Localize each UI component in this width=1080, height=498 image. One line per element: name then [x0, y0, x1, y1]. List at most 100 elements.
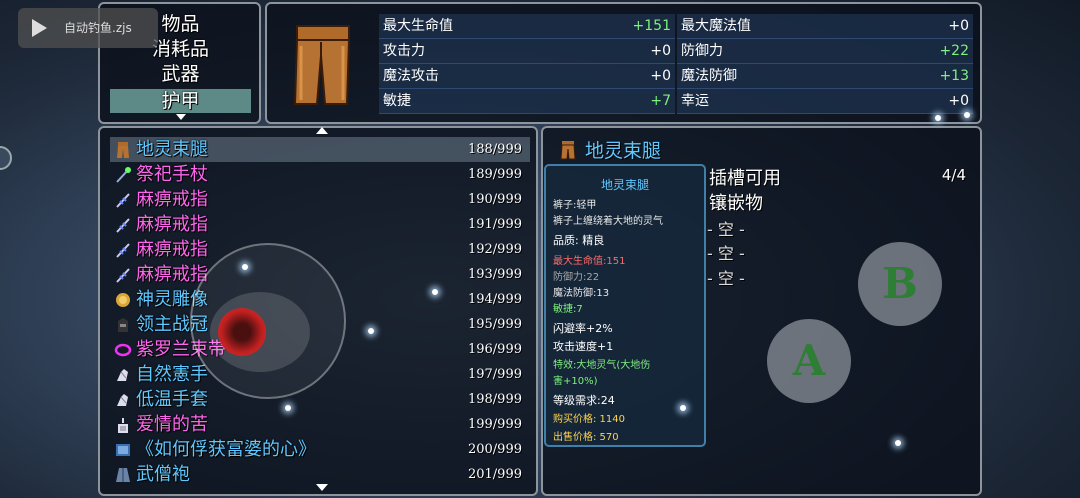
- tooltip-desc: 裤子上缠绕着大地的灵气: [553, 216, 663, 227]
- inventory-row[interactable]: 《如何俘获富婆的心》 200/999: [110, 437, 530, 462]
- item-name: 低温手套: [136, 389, 208, 410]
- stat-label: 魔法攻击: [383, 68, 439, 84]
- item-count: 198/999: [467, 392, 522, 407]
- stat-value: +0: [650, 68, 671, 84]
- script-name: 自动钓鱼.zjs: [64, 21, 132, 35]
- stat-value: +0: [650, 43, 671, 59]
- item-name: 麻痹戒指: [136, 264, 208, 285]
- book-icon: [116, 444, 130, 456]
- glove-icon: [117, 369, 128, 381]
- ring-icon: [116, 193, 130, 208]
- tooltip-quality: 品质: 精良: [553, 234, 605, 247]
- sparkle: [285, 405, 291, 411]
- tooltip-type: 裤子:轻甲: [553, 200, 597, 211]
- stat-row: 最大生命值 +151: [379, 14, 675, 39]
- item-name: 武僧袍: [136, 464, 190, 485]
- scroll-down-icon[interactable]: [316, 484, 328, 491]
- inlay-slot[interactable]: - 空 -: [707, 265, 745, 289]
- script-runner-toast[interactable]: 自动钓鱼.zjs: [18, 8, 158, 48]
- play-icon[interactable]: [32, 19, 47, 37]
- sparkle: [432, 289, 438, 295]
- inlay-slot[interactable]: - 空 -: [707, 216, 745, 240]
- floating-ball-icon[interactable]: [0, 146, 12, 170]
- item-count: 196/999: [467, 342, 522, 357]
- scroll-up-icon[interactable]: [316, 127, 328, 134]
- tooltip-special: 特效:大地灵气(大地伤: [553, 360, 651, 371]
- item-name: 《如何俘获富婆的心》: [136, 439, 316, 460]
- item-count: 191/999: [467, 217, 522, 232]
- stat-value: +7: [650, 93, 671, 109]
- tooltip-hp: 最大生命值:151: [553, 256, 626, 267]
- tooltip-atk-speed: 攻击速度+1: [553, 340, 614, 353]
- item-count: 189/999: [467, 167, 522, 182]
- inlay-slot[interactable]: - 空 -: [707, 240, 745, 264]
- item-count: 193/999: [467, 267, 522, 282]
- tooltip-special-cont: 害+10%): [553, 376, 598, 387]
- inventory-row[interactable]: 麻痹戒指 190/999: [110, 187, 530, 212]
- glove-icon: [117, 394, 128, 406]
- item-name: 爱情的苦: [136, 414, 208, 435]
- inlay-label: 镶嵌物: [709, 193, 763, 214]
- stats-panel: 最大生命值 +151 攻击力 +0 魔法攻击 +0 敏捷 +7 最大魔法值 +0 防御力 +22 魔法防…: [265, 2, 982, 124]
- ring-icon: [116, 218, 130, 233]
- inventory-row[interactable]: 低温手套 198/999: [110, 387, 530, 412]
- sparkle: [895, 440, 901, 446]
- category-armor[interactable]: 护甲: [110, 89, 251, 113]
- b-button[interactable]: B: [858, 242, 942, 326]
- item-name: 祭祀手杖: [136, 164, 208, 185]
- stat-label: 最大魔法值: [681, 18, 751, 34]
- item-name: 自然憲手: [136, 364, 208, 385]
- joystick-knob[interactable]: [218, 308, 266, 356]
- stat-label: 防御力: [681, 43, 723, 59]
- virtual-joystick[interactable]: [190, 243, 346, 399]
- tooltip-buy-price: 购买价格: 1140: [553, 414, 625, 425]
- item-name: 麻痹戒指: [136, 189, 208, 210]
- item-count: 194/999: [467, 292, 522, 307]
- stat-label: 最大生命值: [383, 18, 453, 34]
- item-count: 195/999: [467, 317, 522, 332]
- statue-icon: [116, 293, 130, 307]
- stat-row: 幸运 +0: [677, 89, 973, 114]
- stat-row: 攻击力 +0: [379, 39, 675, 64]
- stat-row: 敏捷 +7: [379, 89, 675, 114]
- tooltip-level-req: 等级需求:24: [553, 394, 615, 407]
- detail-title: 地灵束腿: [585, 140, 662, 162]
- stat-value: +22: [939, 43, 969, 59]
- stat-value: +0: [948, 18, 969, 34]
- item-name: 麻痹戒指: [136, 214, 208, 235]
- item-name: 麻痹戒指: [136, 239, 208, 260]
- pants-icon: [560, 141, 576, 160]
- robe-icon: [116, 468, 130, 482]
- stat-row: 魔法防御 +13: [677, 64, 973, 89]
- stat-value: +151: [632, 18, 671, 34]
- scroll-down-icon[interactable]: [176, 114, 186, 120]
- category-weapons[interactable]: 武器: [110, 62, 251, 86]
- item-count: 199/999: [467, 417, 522, 432]
- inventory-row[interactable]: 地灵束腿 188/999: [110, 137, 530, 162]
- item-count: 197/999: [467, 367, 522, 382]
- ring-icon: [116, 268, 130, 283]
- item-count: 192/999: [467, 242, 522, 257]
- sparkle: [935, 115, 941, 121]
- stat-row: 防御力 +22: [677, 39, 973, 64]
- inventory-row[interactable]: 祭祀手杖 189/999: [110, 162, 530, 187]
- tooltip-mdef: 魔法防御:13: [553, 288, 610, 299]
- tooltip-agi: 敏捷:7: [553, 304, 583, 315]
- pants-preview-icon: [293, 25, 351, 105]
- inventory-row[interactable]: 麻痹戒指 191/999: [110, 212, 530, 237]
- inventory-row[interactable]: 爱情的苦 199/999: [110, 412, 530, 437]
- tooltip-sell-price: 出售价格: 570: [553, 432, 619, 443]
- item-count: 201/999: [467, 467, 522, 482]
- sparkle: [368, 328, 374, 334]
- sparkle: [964, 112, 970, 118]
- stat-label: 攻击力: [383, 43, 425, 59]
- stat-row: 魔法攻击 +0: [379, 64, 675, 89]
- pants-icon: [117, 142, 129, 158]
- staff-icon: [116, 167, 131, 183]
- item-name: 地灵束腿: [136, 139, 208, 160]
- crown-icon: [118, 318, 128, 332]
- inventory-row[interactable]: 麻痹戒指 192/999: [110, 237, 530, 262]
- a-button[interactable]: A: [767, 319, 851, 403]
- potion-icon: [118, 418, 128, 433]
- stat-label: 幸运: [681, 93, 709, 109]
